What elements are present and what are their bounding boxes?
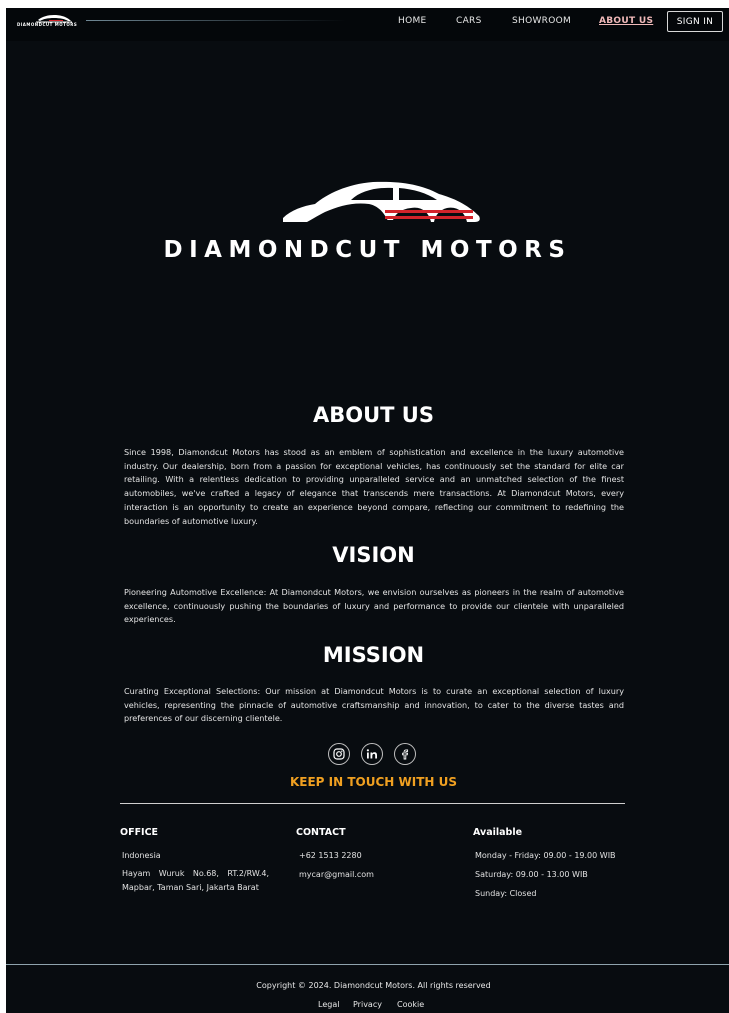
nav-cars-link[interactable]: CARS bbox=[456, 16, 482, 26]
office-country: Indonesia bbox=[122, 851, 161, 860]
contact-phone[interactable]: +62 1513 2280 bbox=[299, 849, 362, 862]
page: DIAMONDCUT MOTORS HOME CARS SHOWROOM ABO… bbox=[6, 8, 729, 1013]
nav-home-link[interactable]: HOME bbox=[398, 16, 427, 26]
mission-title: MISSION bbox=[322, 643, 425, 667]
office-title: OFFICE bbox=[120, 827, 159, 838]
about-title: ABOUT US bbox=[313, 403, 434, 427]
nav-logo-car-icon[interactable] bbox=[16, 11, 86, 31]
nav-about-link[interactable]: ABOUT US bbox=[599, 16, 653, 26]
available-sunday: Sunday: Closed bbox=[475, 889, 537, 898]
mission-text: Curating Exceptional Selections: Our mis… bbox=[124, 686, 624, 724]
available-saturday: Saturday: 09.00 - 13.00 WIB bbox=[475, 870, 588, 879]
navbar: DIAMONDCUT MOTORS HOME CARS SHOWROOM ABO… bbox=[6, 8, 729, 41]
contact-divider bbox=[120, 803, 625, 804]
sign-in-button[interactable]: SIGN IN bbox=[667, 11, 723, 32]
footer-legal-link[interactable]: Legal bbox=[318, 1000, 339, 1009]
contact-email[interactable]: mycar@gmail.com bbox=[299, 868, 374, 881]
about-text: Since 1998, Diamondcut Motors has stood … bbox=[124, 447, 624, 526]
linkedin-icon[interactable] bbox=[361, 743, 383, 765]
footer-divider bbox=[6, 964, 729, 965]
keep-in-touch-heading: KEEP IN TOUCH WITH US bbox=[289, 775, 457, 789]
footer-privacy-link[interactable]: Privacy bbox=[353, 1000, 382, 1009]
office-address: Hayam Wuruk No.68, RT.2/RW.4, Mapbar, Ta… bbox=[122, 869, 269, 892]
nav-showroom-link[interactable]: SHOWROOM bbox=[512, 16, 571, 26]
nav-divider bbox=[86, 20, 346, 21]
contact-title: CONTACT bbox=[296, 827, 346, 838]
brand-name: DIAMONDCUT MOTORS bbox=[163, 237, 572, 263]
copyright-text: Copyright © 2024. Diamondcut Motors. All… bbox=[256, 981, 491, 990]
available-weekdays: Monday - Friday: 09.00 - 19.00 WIB bbox=[475, 851, 616, 860]
social-links bbox=[328, 743, 418, 767]
car-logo-icon bbox=[283, 181, 480, 226]
available-title: Available bbox=[473, 827, 523, 838]
vision-title: VISION bbox=[332, 543, 415, 567]
instagram-icon[interactable] bbox=[328, 743, 350, 765]
vision-text: Pioneering Automotive Excellence: At Dia… bbox=[124, 587, 624, 625]
nav-logo-text: DIAMONDCUT MOTORS bbox=[17, 22, 78, 27]
facebook-icon[interactable] bbox=[394, 743, 416, 765]
footer-cookie-link[interactable]: Cookie bbox=[397, 1000, 424, 1009]
